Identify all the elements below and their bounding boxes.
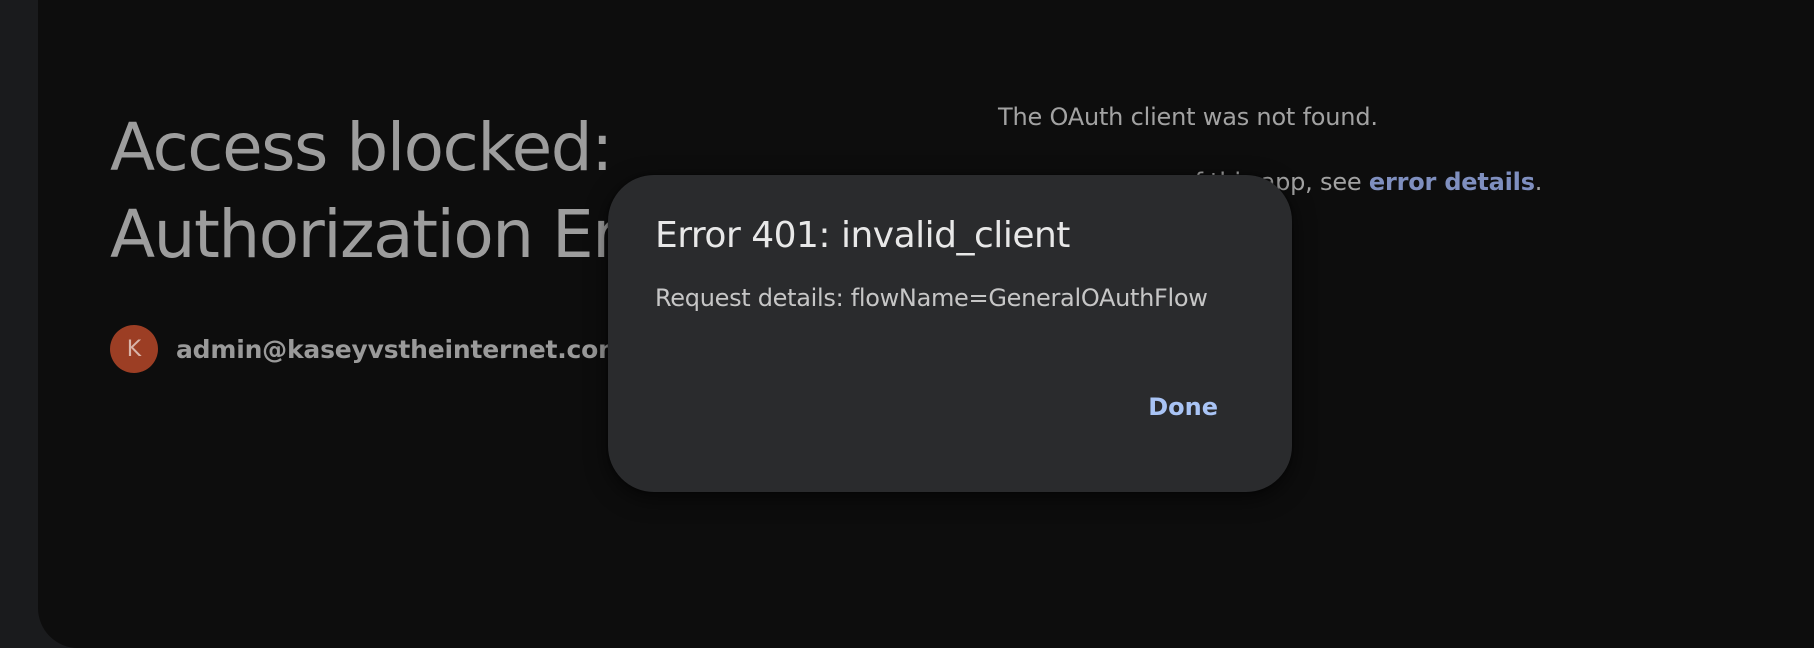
developer-info-suffix: . xyxy=(1534,168,1543,196)
error-message: The OAuth client was not found. xyxy=(998,103,1378,131)
dialog-title: Error 401: invalid_client xyxy=(655,215,1070,256)
page-title-line-1: Access blocked: xyxy=(110,109,613,186)
done-button[interactable]: Done xyxy=(1126,383,1240,431)
error-dialog: Error 401: invalid_client Request detail… xyxy=(608,175,1292,492)
error-details-link[interactable]: error details xyxy=(1369,168,1535,196)
account-email: admin@kaseyvstheinternet.com xyxy=(176,334,624,364)
avatar: K xyxy=(110,325,158,373)
account-chip[interactable]: K admin@kaseyvstheinternet.com xyxy=(110,325,624,373)
page: Access blocked: Authorization Er K admin… xyxy=(0,0,1814,648)
page-title-line-2: Authorization Er xyxy=(110,196,619,273)
page-title: Access blocked: Authorization Er xyxy=(110,104,619,278)
dialog-request-details: Request details: flowName=GeneralOAuthFl… xyxy=(655,284,1208,312)
